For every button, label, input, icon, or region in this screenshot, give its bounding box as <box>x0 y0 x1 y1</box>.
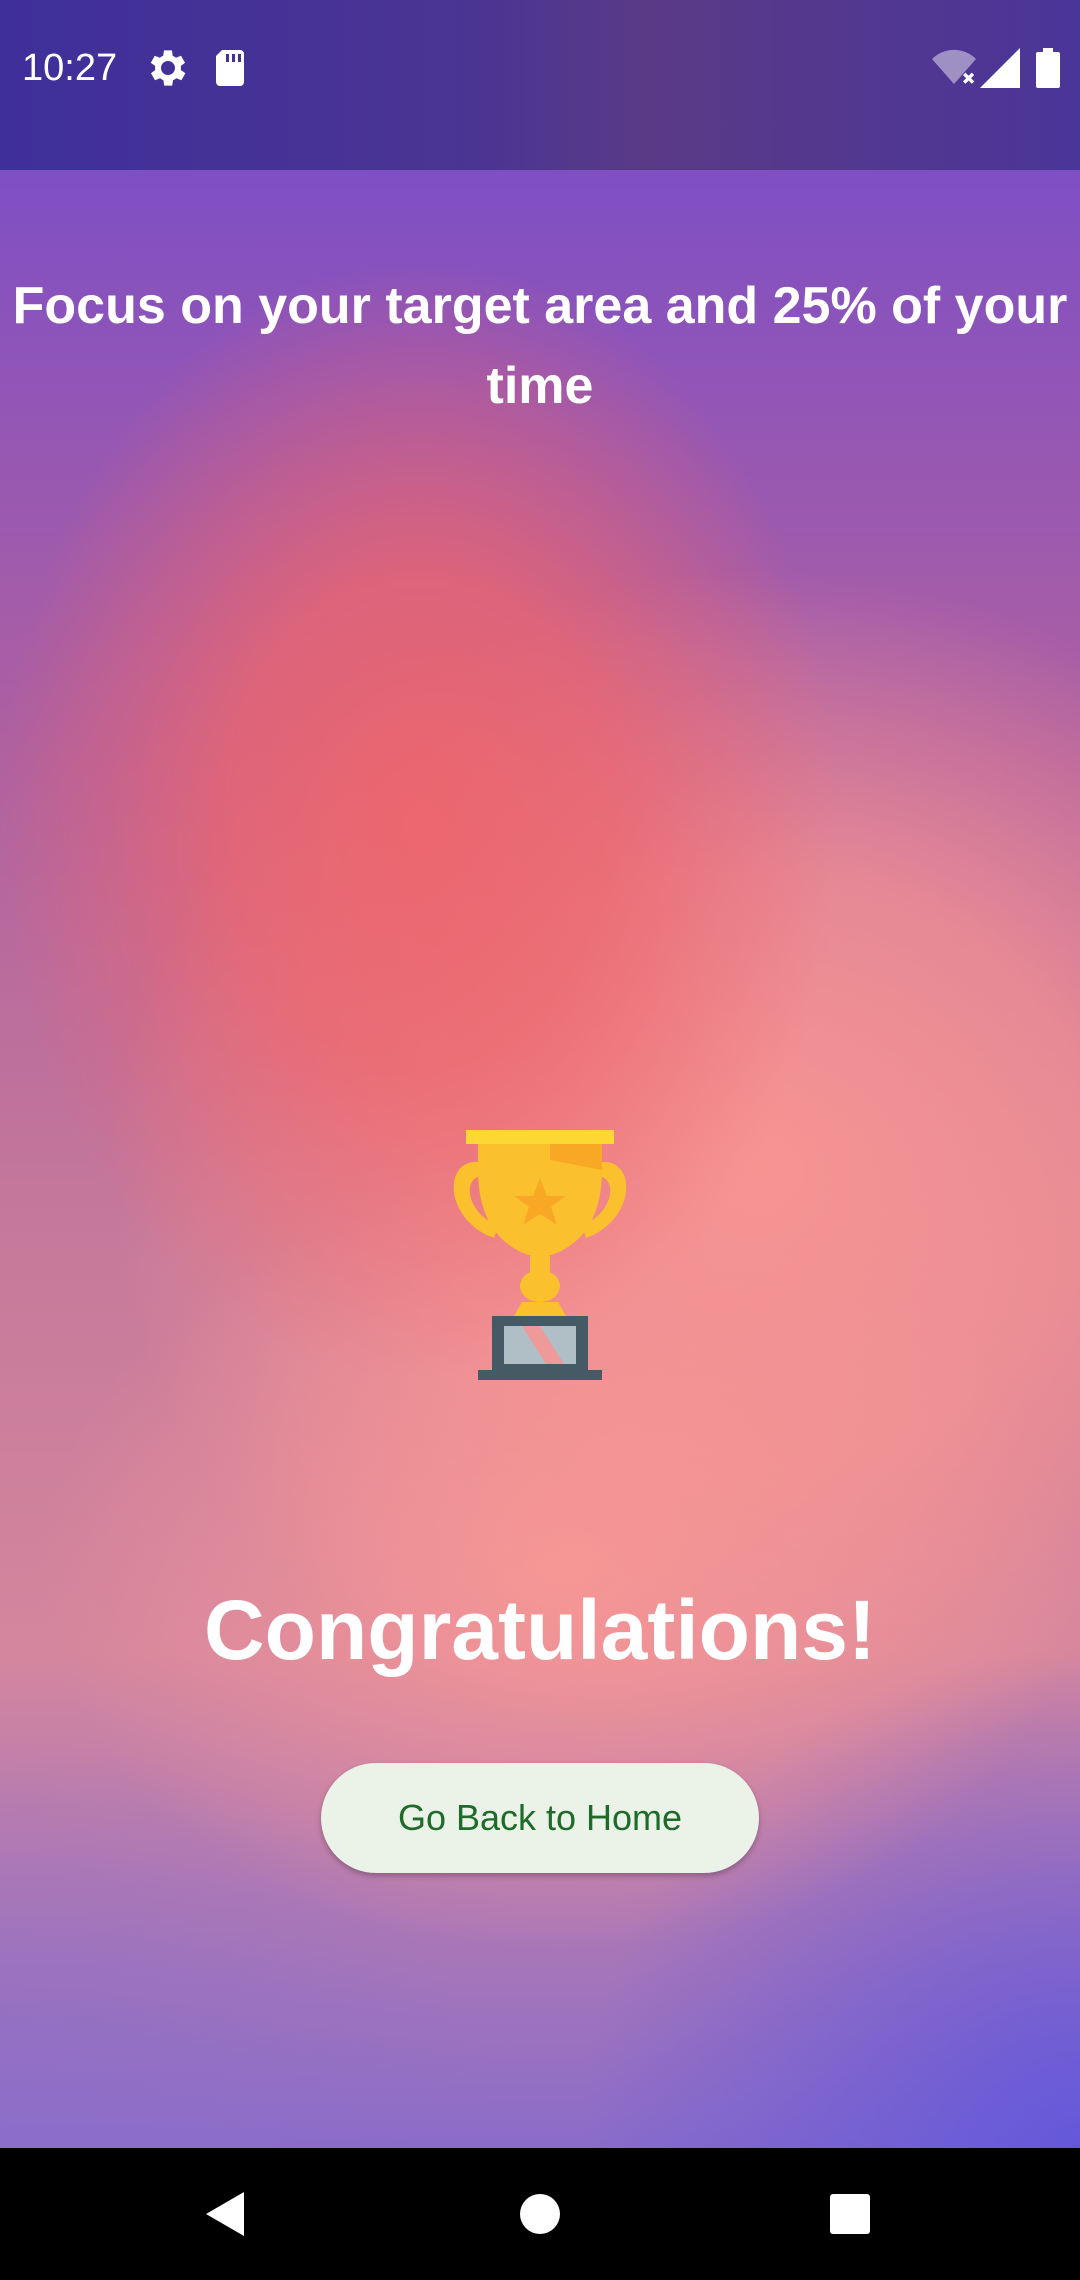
cell-signal-icon <box>976 44 1024 92</box>
back-icon[interactable] <box>194 2184 254 2244</box>
congratulations-heading: Congratulations! <box>204 1583 876 1677</box>
go-back-home-button[interactable]: Go Back to Home <box>321 1763 759 1873</box>
navigation-bar <box>0 2148 1080 2280</box>
page-title: Focus on your target area and 25% of you… <box>12 277 1068 415</box>
recents-icon[interactable] <box>820 2184 880 2244</box>
status-time: 10:27 <box>22 47 118 89</box>
home-icon[interactable] <box>510 2184 570 2244</box>
gear-icon <box>144 44 192 92</box>
sd-card-icon <box>206 44 254 92</box>
trophy-icon <box>440 1130 640 1390</box>
screen: 10:27 Focus on your target area and 25% … <box>0 0 1080 2280</box>
main-content: Focus on your target area and 25% of you… <box>0 170 1080 2148</box>
battery-icon <box>1024 44 1072 92</box>
wifi-off-icon <box>930 44 978 92</box>
status-bar: 10:27 <box>0 0 1080 170</box>
